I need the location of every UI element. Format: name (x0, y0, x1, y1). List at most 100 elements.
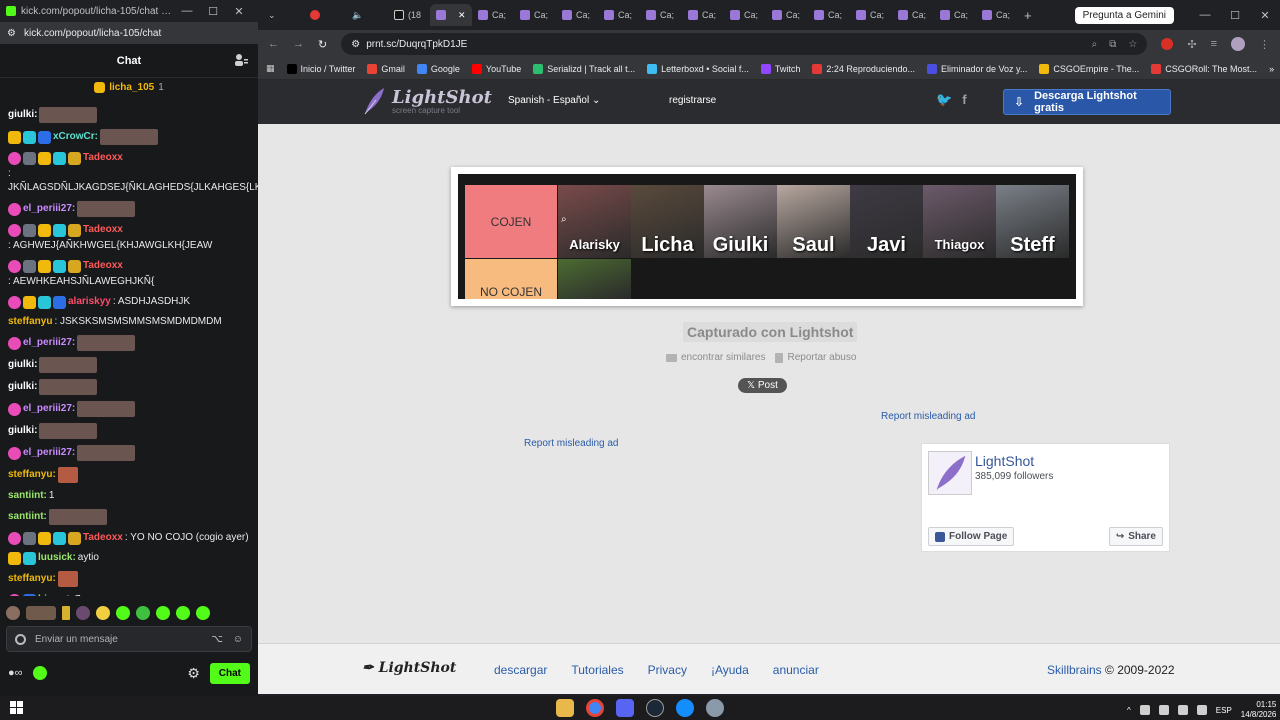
chat-message[interactable]: bianwt: 7 (8, 590, 250, 596)
tab-search-button[interactable]: ⌄ (262, 4, 304, 26)
emoji-icon[interactable]: ☺ (233, 634, 243, 645)
chat-message[interactable]: luusick: aytio (8, 548, 250, 568)
chat-username[interactable]: steffanyu: (8, 468, 56, 482)
language-select[interactable]: Spanish - Español ⌄ (508, 95, 600, 106)
chat-username[interactable]: Tadeoxx (83, 151, 123, 165)
chat-message[interactable]: xCrowCr: (8, 126, 250, 148)
chat-message-list[interactable]: giulki: xCrowCr: Tadeoxx: JKÑLAGSDÑLJKAGDS… (0, 104, 258, 596)
emote-icon[interactable] (136, 606, 150, 620)
chat-username[interactable]: Tadeoxx (83, 259, 123, 273)
chat-message[interactable]: el_periii27: (8, 442, 250, 464)
tab-close-icon[interactable]: ✕ (458, 10, 466, 21)
download-button[interactable]: ⇩ Descarga Lightshot gratis (1003, 89, 1171, 115)
chat-username[interactable]: alariskyy (68, 295, 111, 309)
gemini-button[interactable]: Pregunta a Gemini (1074, 6, 1174, 24)
browser-tab[interactable]: Ca; (850, 4, 892, 26)
footer-link[interactable]: ¡Ayuda (711, 663, 749, 677)
footer-link[interactable]: Tutoriales (571, 663, 623, 677)
chat-message-input[interactable]: Enviar un mensaje ⌥ ☺ (6, 626, 252, 652)
chat-message[interactable]: giulki: (8, 420, 250, 442)
chat-message[interactable]: santiint: (8, 506, 250, 528)
bookmark-star-icon[interactable]: ☆ (1128, 39, 1137, 50)
chat-username[interactable]: bianwt: (38, 593, 73, 596)
tray-app-icon[interactable] (1139, 705, 1150, 715)
emote-icon[interactable] (196, 606, 210, 620)
menu-kebab-icon[interactable]: ⋮ (1259, 38, 1270, 51)
screenshot-frame[interactable]: COJEN NO COJEN Alarisky Licha Giulki Saul Ja… (451, 167, 1083, 306)
bookmark-item[interactable]: Serializd | Track all t... (533, 63, 635, 74)
kick-k-icon[interactable] (32, 666, 47, 680)
minimize-button[interactable]: — (1190, 9, 1220, 21)
chat-message[interactable]: santiint: 1 (8, 486, 250, 506)
close-button[interactable]: ✕ (1250, 9, 1280, 22)
emote-icon[interactable] (76, 606, 90, 620)
browser-tab[interactable]: (18 (388, 4, 430, 26)
browser-tab[interactable]: Ca; (682, 4, 724, 26)
chat-username[interactable]: el_periii27: (23, 336, 75, 350)
chat-message[interactable]: Tadeoxx: JKÑLAGSDÑLJKAGDSEJ{ÑKLAGHEDS{JL… (8, 148, 258, 198)
chat-message[interactable]: el_periii27: (8, 198, 250, 220)
bookmark-item[interactable]: Twitch (760, 63, 800, 74)
footer-link[interactable]: Privacy (648, 663, 687, 677)
report-abuse-link[interactable]: Reportar abuso (775, 352, 856, 363)
twitter-icon[interactable]: 🐦 (936, 92, 952, 108)
site-info-icon[interactable]: ⚙ (7, 28, 16, 39)
clock[interactable]: 01:15 14/8/2026 (1241, 700, 1277, 720)
emote-icon[interactable] (6, 606, 20, 620)
app-icon[interactable] (706, 699, 724, 717)
user-settings-icon[interactable] (234, 53, 248, 67)
emote-icon[interactable] (62, 606, 70, 620)
bookmark-item[interactable]: CSGORoll: The Most... (1151, 63, 1257, 74)
skillbrains-link[interactable]: Skillbrains (1047, 663, 1102, 677)
chat-message[interactable]: steffanyu: JSKSKSMSMSMMSMSMDMDMDM (8, 312, 250, 332)
lightshot-logo[interactable]: LightShot screen capture tool (362, 86, 492, 116)
bookmark-item[interactable]: YouTube (471, 63, 521, 74)
browser-tab[interactable]: Ca; (472, 4, 514, 26)
chat-username[interactable]: el_periii27: (23, 202, 75, 216)
chat-message[interactable]: Tadeoxx: AGHWEJ{AÑKHWGEL{KHJAWGLKH{JEAW (8, 220, 250, 256)
maximize-button[interactable]: ☐ (200, 5, 226, 18)
language-indicator[interactable]: ESP (1216, 706, 1232, 715)
emote-icon[interactable] (176, 606, 190, 620)
chat-username[interactable]: el_periii27: (23, 402, 75, 416)
report-ad-link-right[interactable]: Report misleading ad (881, 411, 976, 422)
chat-username[interactable]: giulki: (8, 380, 37, 394)
file-explorer-icon[interactable] (556, 699, 574, 717)
emote-icon[interactable] (96, 606, 110, 620)
discord-icon[interactable] (616, 699, 634, 717)
site-info-icon[interactable]: ⚙ (351, 39, 360, 50)
chat-username[interactable]: el_periii27: (23, 446, 75, 460)
browser-tab[interactable]: Ca; (976, 4, 1018, 26)
volume-icon[interactable] (1177, 705, 1188, 715)
browser-tab[interactable]: Ca; (640, 4, 682, 26)
browser-tab[interactable]: Ca; (724, 4, 766, 26)
browser-tab[interactable]: Ca; (808, 4, 850, 26)
reload-icon[interactable]: ↻ (318, 38, 327, 51)
tab-pinned-audio[interactable]: 🔈 (346, 4, 388, 26)
points-icon[interactable]: ●∞ (8, 667, 23, 679)
chat-username[interactable]: santiint: (8, 489, 47, 503)
chat-badge-icon[interactable] (15, 633, 26, 645)
fb-share-button[interactable]: ↪ Share (1108, 527, 1163, 546)
browser-tab[interactable]: Ca; (766, 4, 808, 26)
chat-send-button[interactable]: Chat (209, 662, 250, 684)
bookmarks-overflow-icon[interactable]: » (1269, 64, 1274, 74)
tab-pinned-red[interactable] (304, 4, 346, 26)
bookmark-item[interactable]: Gmail (367, 63, 405, 74)
windows-start-icon[interactable] (10, 701, 23, 714)
chat-username[interactable]: giulki: (8, 424, 37, 438)
bookmark-item[interactable]: CSGOEmpire - The... (1039, 63, 1139, 74)
emote-icon[interactable] (156, 606, 170, 620)
chat-username[interactable]: xCrowCr: (53, 130, 98, 144)
chat-username[interactable]: giulki: (8, 358, 37, 372)
footer-link[interactable]: descargar (494, 663, 547, 677)
chat-message[interactable]: giulki: (8, 376, 250, 398)
back-arrow-icon[interactable]: ← (268, 38, 279, 50)
browser-tab[interactable]: Ca; (598, 4, 640, 26)
emote-icon[interactable] (26, 606, 56, 620)
apps-grid-icon[interactable]: ▦ (266, 63, 275, 74)
chat-username[interactable]: giulki: (8, 108, 37, 122)
close-button[interactable]: ✕ (226, 5, 252, 18)
browser-tab[interactable]: Ca; (892, 4, 934, 26)
bookmark-item[interactable]: 2:24 Reproduciendo... (812, 63, 915, 74)
